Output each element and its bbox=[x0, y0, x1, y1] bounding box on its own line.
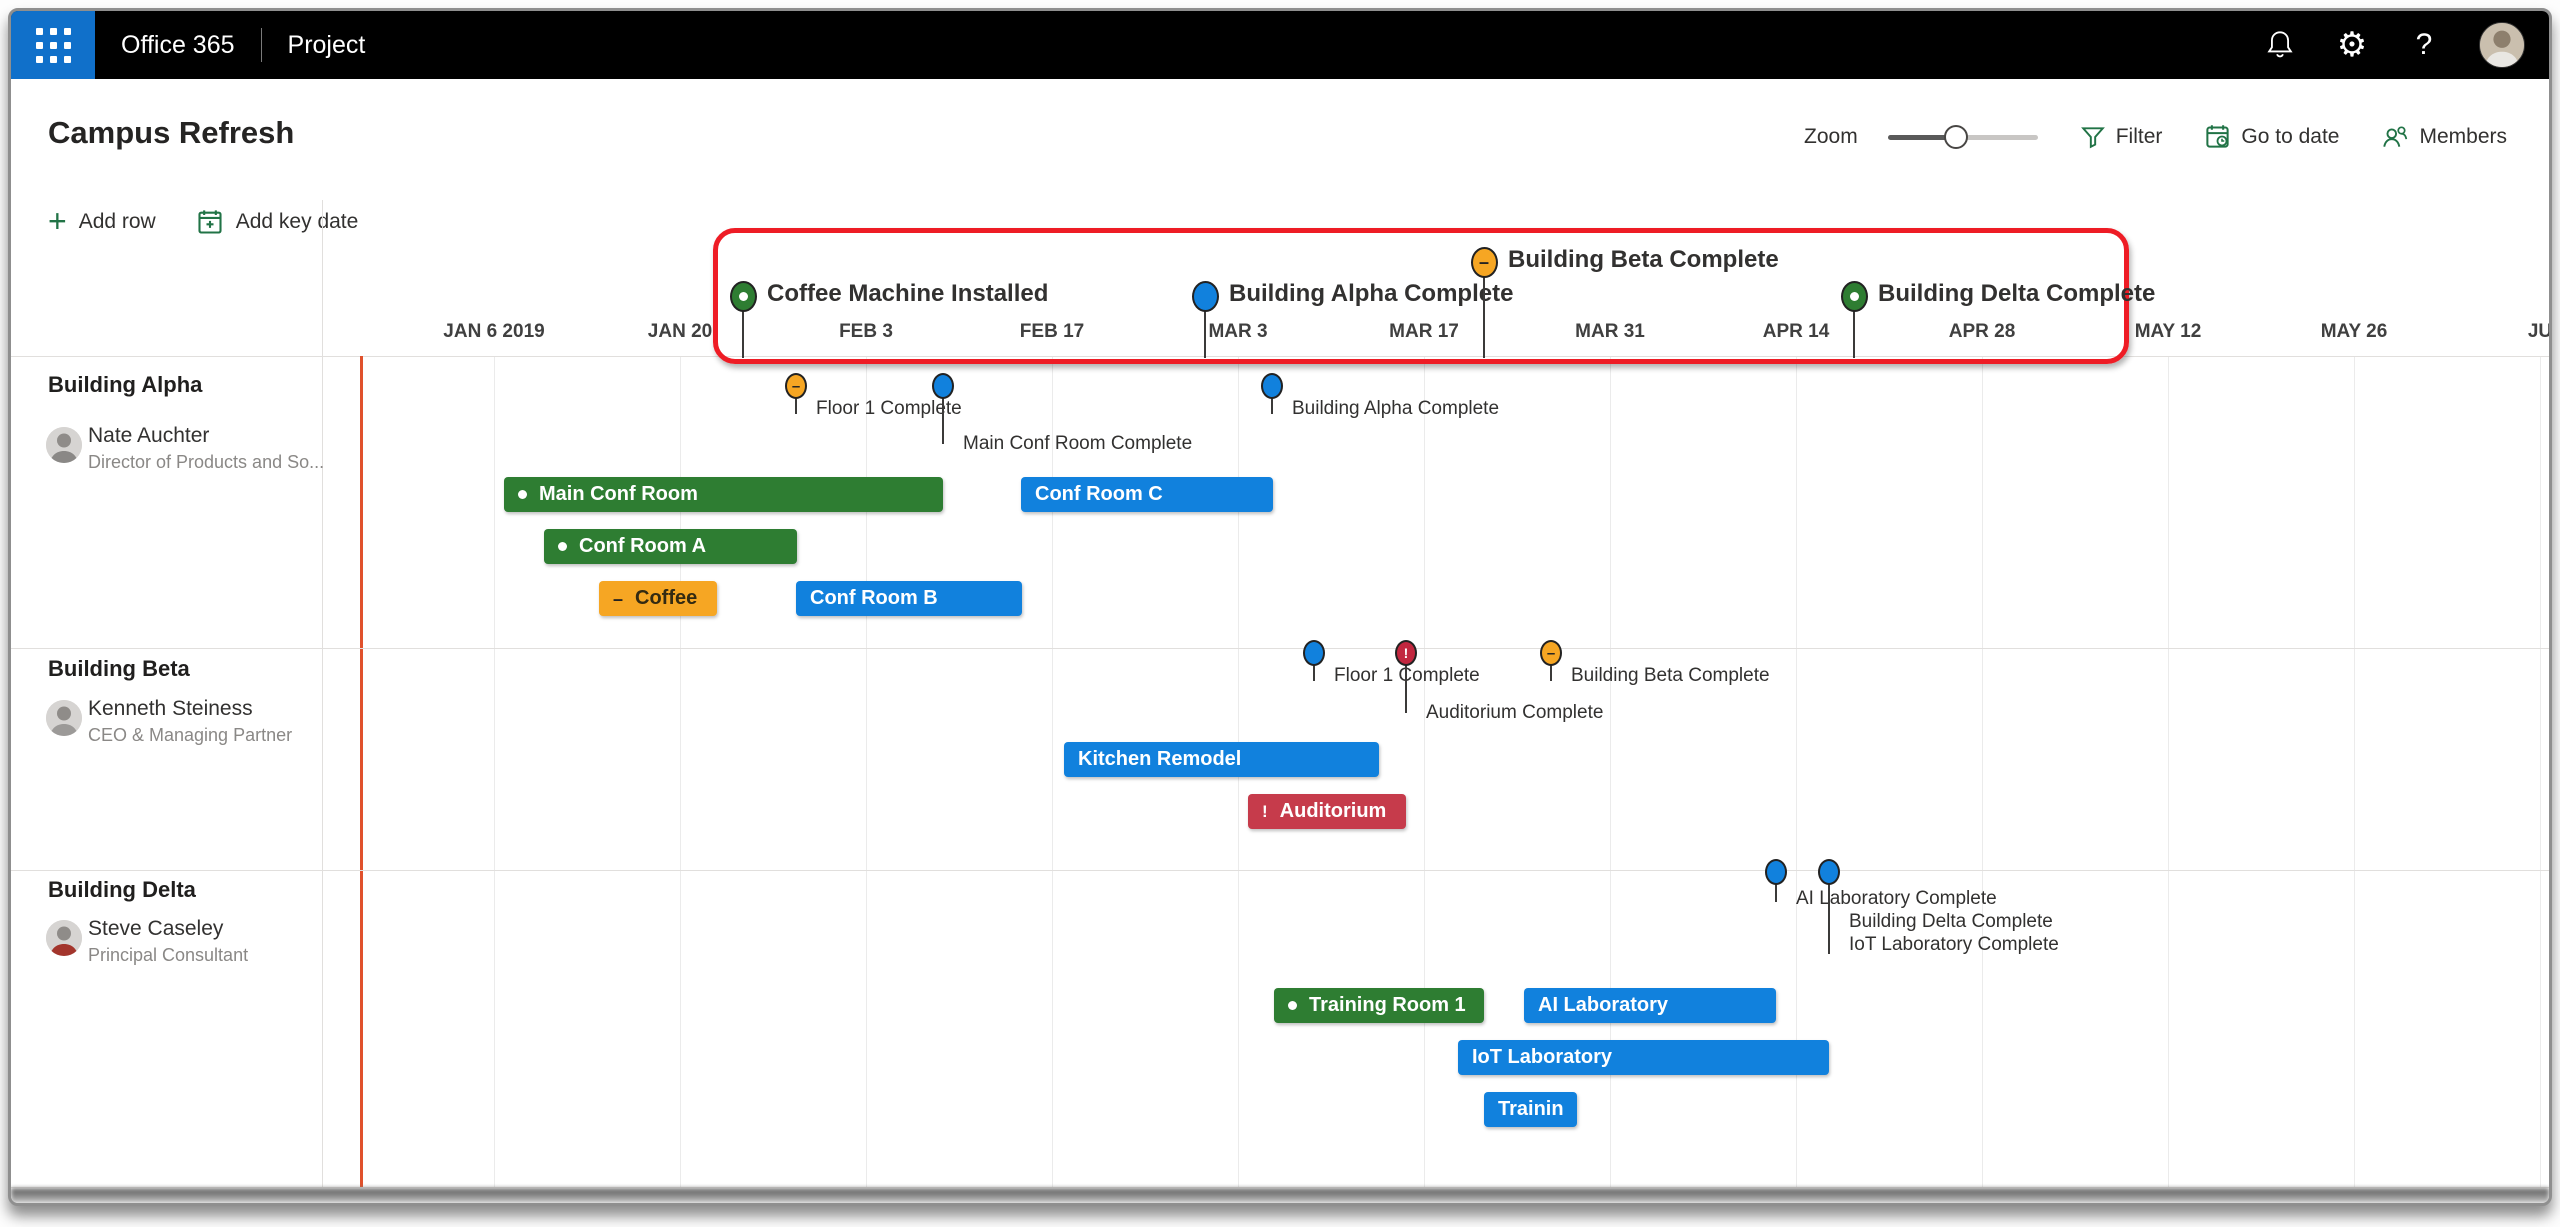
names-column-border bbox=[322, 200, 323, 1187]
row-person-role: Director of Products and So... bbox=[88, 452, 324, 473]
gridline bbox=[2540, 356, 2541, 1187]
key-date-pin[interactable] bbox=[1192, 281, 1219, 312]
milestone-label: Building Alpha Complete bbox=[1292, 398, 1499, 420]
milestone-label: IoT Laboratory Complete bbox=[1849, 934, 2059, 956]
gridline bbox=[2354, 356, 2355, 1187]
row-separator bbox=[11, 648, 2549, 649]
milestone-pin[interactable] bbox=[1818, 859, 1840, 885]
dot-glyph bbox=[518, 490, 527, 499]
minus-glyph: – bbox=[1547, 646, 1555, 661]
window-bottom-shadow bbox=[11, 1188, 2549, 1203]
gantt-bar-label: Conf Room C bbox=[1035, 483, 1163, 506]
gantt-bar-label: Conf Room B bbox=[810, 587, 938, 610]
row-separator bbox=[11, 870, 2549, 871]
gantt-bar-label: Coffee bbox=[635, 587, 697, 610]
exclamation-glyph: ! bbox=[1404, 646, 1409, 660]
milestone-pin[interactable]: – bbox=[1540, 640, 1562, 666]
dot-glyph bbox=[558, 542, 567, 551]
avatar bbox=[46, 920, 82, 956]
milestone-pin[interactable]: – bbox=[785, 373, 807, 399]
avatar bbox=[46, 700, 82, 736]
milestone-pin[interactable] bbox=[932, 373, 954, 399]
minus-glyph: – bbox=[792, 379, 800, 394]
row-title: Building Delta bbox=[48, 877, 196, 903]
key-date-label: Building Delta Complete bbox=[1878, 280, 2155, 308]
avatar bbox=[46, 427, 82, 463]
gantt-bar[interactable]: Main Conf Room bbox=[504, 477, 943, 512]
dot-glyph bbox=[739, 292, 748, 301]
milestone-pin[interactable]: ! bbox=[1395, 640, 1417, 666]
dot-glyph bbox=[1288, 1001, 1297, 1010]
key-date-label: Building Beta Complete bbox=[1508, 246, 1779, 274]
gridline bbox=[1424, 356, 1425, 1187]
gantt-bar-label: AI Laboratory bbox=[1538, 994, 1668, 1017]
row-title: Building Alpha bbox=[48, 372, 202, 398]
milestone-label: Building Delta Complete bbox=[1849, 911, 2053, 933]
gantt-bar[interactable]: –Coffee bbox=[599, 581, 717, 616]
milestone-label: Floor 1 Complete bbox=[816, 398, 962, 420]
gantt-bar-label: Training Room 1 bbox=[1309, 994, 1466, 1017]
dot-glyph bbox=[1850, 292, 1859, 301]
key-date-pin[interactable] bbox=[730, 281, 757, 312]
gantt-bar-label: Kitchen Remodel bbox=[1078, 748, 1241, 771]
milestone-label: AI Laboratory Complete bbox=[1796, 888, 1997, 910]
gridline bbox=[2168, 356, 2169, 1187]
row-person-name: Kenneth Steiness bbox=[88, 697, 253, 721]
gantt-bar[interactable]: Training Room 1 bbox=[1274, 988, 1484, 1023]
gridline bbox=[494, 356, 495, 1187]
milestone-label: Building Beta Complete bbox=[1571, 665, 1770, 687]
gantt-bar[interactable]: AI Laboratory bbox=[1524, 988, 1776, 1023]
axis-tick-label: MAY 12 bbox=[2135, 321, 2202, 343]
gantt-bar-label: IoT Laboratory bbox=[1472, 1046, 1612, 1069]
row-title: Building Beta bbox=[48, 656, 190, 682]
screenshot-stage: Office 365 Project ⚙ ? Campus Refresh Zo… bbox=[0, 0, 2560, 1227]
gantt-bar-label: Trainin bbox=[1498, 1098, 1564, 1121]
gantt-bar[interactable]: IoT Laboratory bbox=[1458, 1040, 1829, 1075]
milestone-pin[interactable] bbox=[1303, 640, 1325, 666]
row-person-role: CEO & Managing Partner bbox=[88, 725, 292, 746]
gantt-bar[interactable]: Conf Room A bbox=[544, 529, 797, 564]
gantt-bar[interactable]: Trainin bbox=[1484, 1092, 1577, 1127]
gantt-bar[interactable]: Conf Room B bbox=[796, 581, 1022, 616]
axis-tick-label: JU bbox=[2528, 321, 2552, 343]
gantt-bar-label: Main Conf Room bbox=[539, 483, 698, 506]
gantt-bar-label: Conf Room A bbox=[579, 535, 706, 558]
key-date-pin[interactable]: – bbox=[1471, 247, 1498, 278]
milestone-pin[interactable] bbox=[1261, 373, 1283, 399]
key-date-label: Coffee Machine Installed bbox=[767, 280, 1048, 308]
milestone-label: Main Conf Room Complete bbox=[963, 433, 1192, 455]
row-person-name: Nate Auchter bbox=[88, 424, 209, 448]
milestone-pin[interactable] bbox=[1765, 859, 1787, 885]
gantt-bar[interactable]: Kitchen Remodel bbox=[1064, 742, 1379, 777]
axis-tick-label: MAY 26 bbox=[2321, 321, 2388, 343]
row-person-name: Steve Caseley bbox=[88, 917, 223, 941]
minus-glyph: – bbox=[1479, 253, 1489, 271]
app-window: Office 365 Project ⚙ ? Campus Refresh Zo… bbox=[8, 8, 2552, 1206]
gantt-bar[interactable]: ! Auditorium bbox=[1248, 794, 1406, 829]
gantt-chart: JAN 6 2019JAN 20FEB 3FEB 17MAR 3MAR 17MA… bbox=[11, 11, 2549, 1203]
gridline bbox=[1982, 356, 1983, 1187]
milestone-label: Auditorium Complete bbox=[1426, 702, 1603, 724]
key-date-pin[interactable] bbox=[1841, 281, 1868, 312]
axis-tick-label: JAN 6 2019 bbox=[443, 321, 544, 343]
key-date-label: Building Alpha Complete bbox=[1229, 280, 1513, 308]
row-person-role: Principal Consultant bbox=[88, 945, 248, 966]
gantt-bar-label: Auditorium bbox=[1280, 800, 1387, 823]
exclamation-glyph: ! bbox=[1262, 803, 1268, 820]
minus-glyph: – bbox=[613, 590, 623, 608]
gantt-bar[interactable]: Conf Room C bbox=[1021, 477, 1273, 512]
axis-tick-label: JAN 20 bbox=[648, 321, 712, 343]
today-marker-line[interactable] bbox=[360, 356, 363, 1187]
